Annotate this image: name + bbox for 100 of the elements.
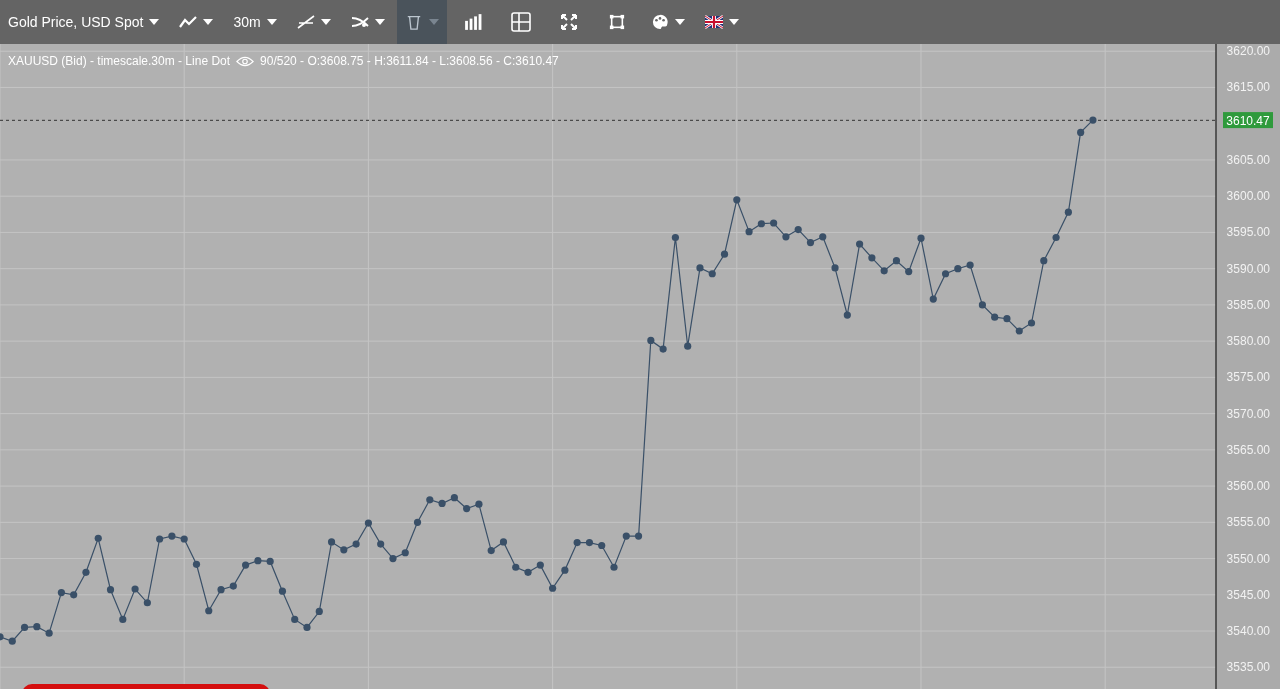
axis-tick-label: 3580.00 bbox=[1226, 334, 1270, 349]
grid-icon bbox=[510, 12, 531, 32]
data-point bbox=[536, 561, 544, 569]
axis-tick-label: 3585.00 bbox=[1226, 297, 1270, 312]
data-point bbox=[340, 546, 348, 554]
chart-info-text: XAUUSD (Bid) - timescale.30m - Line Dot bbox=[8, 54, 231, 68]
data-point bbox=[94, 534, 102, 542]
data-point bbox=[966, 261, 974, 269]
axis-tick-label: 3565.00 bbox=[1226, 442, 1270, 457]
data-point bbox=[757, 220, 765, 228]
data-point bbox=[450, 494, 458, 502]
axis-tick-label: 3550.00 bbox=[1226, 551, 1270, 566]
data-point bbox=[659, 345, 667, 353]
data-point bbox=[622, 532, 630, 540]
axis-tick-label: 3540.00 bbox=[1226, 624, 1270, 638]
data-point bbox=[131, 585, 139, 593]
data-point bbox=[806, 238, 815, 247]
data-point bbox=[1027, 319, 1036, 327]
data-point bbox=[512, 563, 520, 571]
data-point bbox=[180, 535, 188, 543]
data-point bbox=[524, 568, 532, 576]
data-point bbox=[770, 219, 778, 227]
data-point bbox=[1015, 327, 1023, 335]
data-point bbox=[843, 311, 851, 319]
data-point bbox=[929, 295, 937, 303]
data-point bbox=[168, 532, 176, 540]
price-badge: 3610.47 bbox=[1223, 112, 1273, 129]
data-point bbox=[315, 607, 323, 616]
line-chart-icon bbox=[179, 14, 198, 30]
data-point bbox=[905, 267, 913, 276]
data-point bbox=[291, 615, 299, 624]
diagonal-line-icon bbox=[296, 14, 315, 30]
flag-icon bbox=[704, 14, 723, 30]
data-point bbox=[1089, 116, 1097, 124]
data-point bbox=[941, 270, 950, 278]
data-point bbox=[573, 539, 581, 547]
data-point bbox=[266, 557, 274, 566]
data-point bbox=[499, 538, 508, 546]
data-point bbox=[156, 535, 164, 543]
data-point bbox=[401, 549, 409, 557]
data-point bbox=[598, 541, 606, 550]
data-point bbox=[880, 267, 888, 275]
data-point bbox=[205, 607, 213, 615]
data-point bbox=[696, 264, 704, 272]
axis-tick-label: 3605.00 bbox=[1226, 152, 1270, 167]
data-point bbox=[561, 566, 569, 574]
data-point bbox=[33, 623, 41, 631]
data-point bbox=[45, 629, 53, 637]
axis-tick-label: 3590.00 bbox=[1226, 261, 1270, 276]
palette-icon bbox=[650, 14, 669, 30]
axis-tick-label: 3595.00 bbox=[1226, 225, 1270, 240]
data-point bbox=[254, 557, 262, 565]
data-point bbox=[1077, 128, 1085, 136]
data-point bbox=[917, 234, 925, 242]
axis-tick-label: 3555.00 bbox=[1226, 515, 1270, 530]
axis-tick-label: 3560.00 bbox=[1226, 479, 1270, 494]
data-point bbox=[684, 342, 692, 350]
data-point bbox=[733, 196, 741, 204]
data-point bbox=[634, 532, 643, 540]
data-point bbox=[278, 587, 287, 595]
data-point bbox=[463, 504, 471, 513]
data-point bbox=[1064, 208, 1072, 216]
data-point bbox=[426, 496, 434, 504]
data-point bbox=[242, 561, 250, 569]
data-point bbox=[708, 270, 716, 278]
data-point bbox=[954, 265, 962, 273]
data-point bbox=[229, 582, 237, 590]
data-point bbox=[217, 586, 225, 594]
data-point bbox=[585, 539, 594, 547]
data-point bbox=[143, 599, 151, 607]
data-point bbox=[647, 336, 655, 344]
data-point bbox=[549, 584, 557, 592]
frame-icon bbox=[607, 14, 626, 30]
dropdown-button[interactable]: 30m bbox=[225, 0, 285, 44]
data-point bbox=[819, 233, 827, 241]
data-point bbox=[413, 518, 422, 526]
data-point bbox=[475, 500, 483, 508]
data-point bbox=[119, 615, 127, 624]
data-point bbox=[389, 554, 397, 563]
data-point bbox=[1052, 233, 1060, 242]
data-point bbox=[8, 637, 16, 645]
axis-tick-label: 3620.00 bbox=[1226, 44, 1270, 59]
trash-tool-button[interactable] bbox=[396, 0, 447, 44]
data-point bbox=[831, 264, 839, 272]
eye-icon bbox=[236, 55, 255, 67]
axis-tick-label: 3575.00 bbox=[1226, 370, 1270, 385]
data-point bbox=[610, 563, 618, 571]
data-point bbox=[192, 560, 201, 568]
data-point bbox=[991, 313, 999, 321]
axis-tick-label: 3600.00 bbox=[1226, 189, 1270, 204]
data-point bbox=[1003, 315, 1011, 323]
data-point bbox=[303, 623, 311, 631]
dropdown-button[interactable]: Gold Price, USD Spot bbox=[0, 0, 168, 44]
data-point bbox=[106, 586, 115, 594]
data-point bbox=[438, 499, 446, 508]
data-point bbox=[782, 233, 790, 241]
data-point bbox=[82, 568, 90, 576]
crossing-lines-icon bbox=[350, 14, 369, 30]
axis-tick-label: 3615.00 bbox=[1226, 80, 1270, 95]
axis-tick-label: 3570.00 bbox=[1226, 406, 1270, 421]
